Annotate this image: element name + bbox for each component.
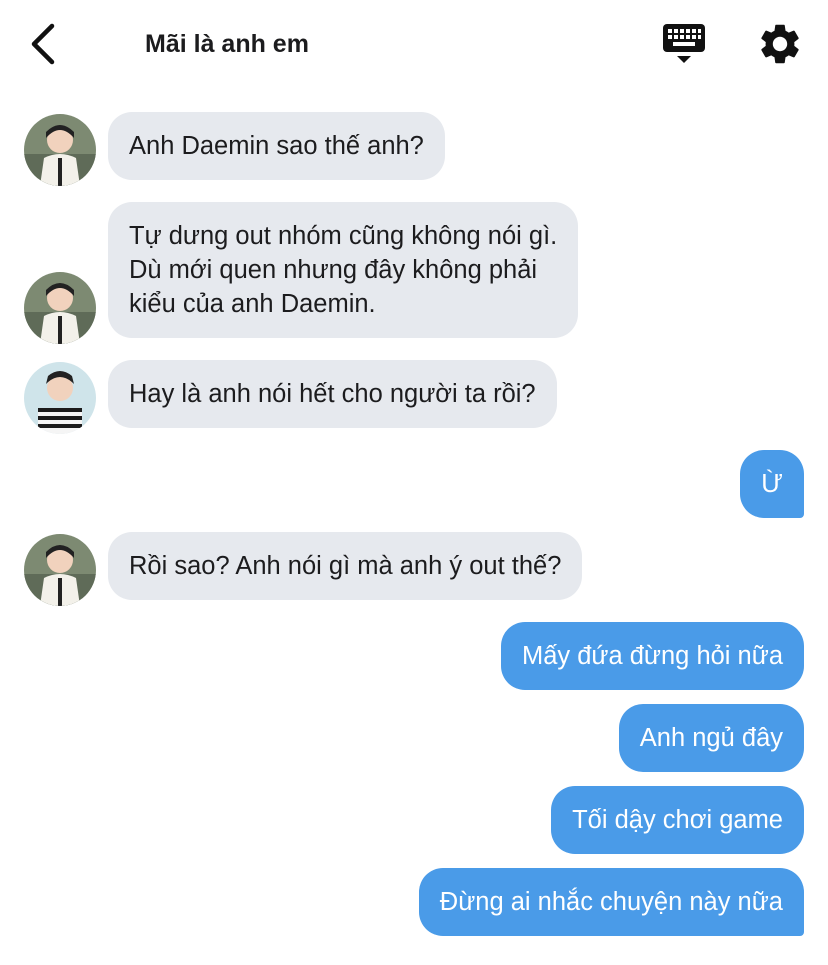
avatar[interactable]: [24, 272, 96, 344]
outgoing-message[interactable]: Tối dậy chơi game: [551, 786, 804, 854]
incoming-message[interactable]: Tự dưng out nhóm cũng không nói gì. Dù m…: [108, 202, 579, 338]
outgoing-message[interactable]: Anh ngủ đây: [618, 704, 804, 772]
avatar[interactable]: [24, 534, 96, 606]
back-button[interactable]: [22, 20, 68, 68]
incoming-message[interactable]: Anh Daemin sao thế anh?: [108, 112, 445, 180]
keyboard-button[interactable]: [660, 22, 708, 68]
gear-icon: [761, 24, 799, 64]
outgoing-message[interactable]: Ừ: [740, 450, 804, 518]
chat-header: Mãi là anh em: [0, 0, 828, 90]
incoming-message[interactable]: Hay là anh nói hết cho người ta rồi?: [108, 360, 557, 428]
chat-title: Mãi là anh em: [145, 30, 309, 58]
avatar[interactable]: [24, 114, 96, 186]
back-chevron-icon: [31, 23, 55, 65]
avatar[interactable]: [24, 362, 96, 434]
outgoing-message[interactable]: Đừng ai nhắc chuyện này nữa: [418, 868, 804, 936]
settings-button[interactable]: [756, 20, 804, 68]
outgoing-message[interactable]: Mấy đứa đừng hỏi nữa: [500, 622, 804, 690]
keyboard-icon: [663, 24, 705, 63]
incoming-message[interactable]: Rồi sao? Anh nói gì mà anh ý out thế?: [108, 532, 583, 600]
